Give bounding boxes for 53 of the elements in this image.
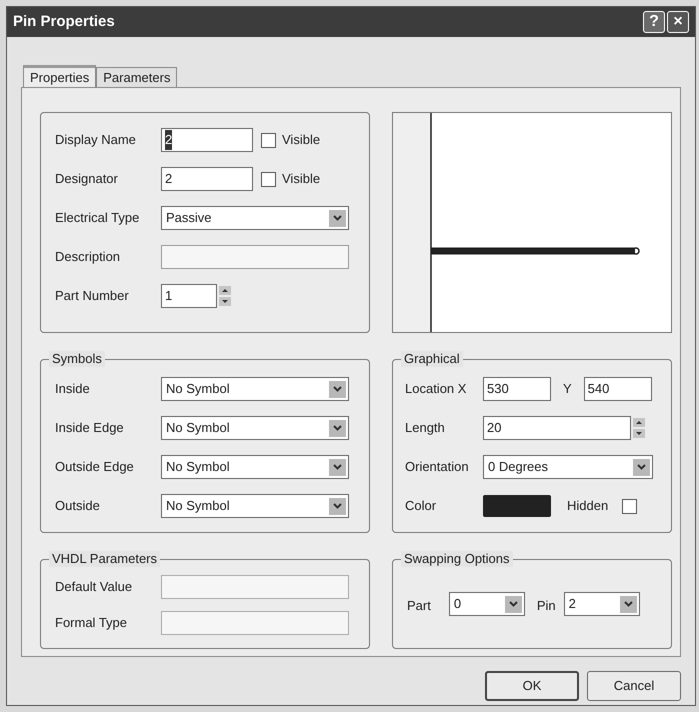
checkbox[interactable] xyxy=(261,172,276,186)
group-title: VHDL Parameters xyxy=(49,551,160,567)
dropdown-field[interactable]: Passive xyxy=(161,206,349,230)
input-field[interactable]: 20 xyxy=(483,416,631,440)
spin-arrows-icon[interactable] xyxy=(219,286,231,306)
close-button[interactable]: × xyxy=(667,11,689,33)
input-field[interactable]: 1 xyxy=(161,284,217,308)
dropdown-field[interactable]: 0 xyxy=(448,592,525,616)
dropdown-field[interactable]: No Symbol xyxy=(161,455,349,479)
checkbox-label: Visible xyxy=(282,170,320,188)
dropdown-field[interactable]: 0 Degrees xyxy=(483,455,653,479)
spin-arrows-icon[interactable] xyxy=(633,418,645,438)
tab[interactable]: Parameters xyxy=(96,67,178,87)
group-title: Symbols xyxy=(49,351,105,367)
input-field[interactable]: 2 xyxy=(161,128,253,152)
group-title: Graphical xyxy=(401,351,463,367)
dropdown-field[interactable]: No Symbol xyxy=(161,377,349,401)
field-label: Color xyxy=(405,497,438,516)
field-label: Outside xyxy=(55,497,101,516)
checkbox-label: Hidden xyxy=(567,497,608,516)
field-label: Outside Edge xyxy=(55,458,135,476)
input-field[interactable]: 530 xyxy=(483,377,551,401)
window-title: Pin Properties xyxy=(13,12,115,32)
field-label: Designator xyxy=(55,170,119,188)
checkbox[interactable] xyxy=(622,498,638,514)
field-label: Part Number xyxy=(55,287,130,306)
field-label: Orientation xyxy=(405,458,470,476)
tab[interactable]: Properties xyxy=(23,65,96,87)
field-label: Length xyxy=(405,419,446,438)
field-label: Display Name xyxy=(55,131,137,150)
field-label: Pin xyxy=(536,597,556,615)
dropdown-field[interactable]: No Symbol xyxy=(161,416,349,440)
checkbox[interactable] xyxy=(261,132,276,148)
dropdown-field[interactable]: 2 xyxy=(564,592,640,616)
field-label: Electrical Type xyxy=(55,209,140,228)
ok-button[interactable]: OK xyxy=(485,671,579,701)
field-label: Formal Type xyxy=(55,614,128,632)
input-field[interactable]: 540 xyxy=(584,377,652,401)
field-label: Location X xyxy=(405,380,468,398)
field-label: Description xyxy=(55,248,122,266)
field-label: Inside xyxy=(55,380,91,398)
group-title: Swapping Options xyxy=(401,551,513,567)
help-button[interactable]: ? xyxy=(643,11,665,33)
cancel-button[interactable]: Cancel xyxy=(587,671,681,701)
input-field[interactable]: 2 xyxy=(161,167,253,191)
field-label: Inside Edge xyxy=(55,419,125,438)
dropdown-field[interactable]: No Symbol xyxy=(161,494,349,518)
field-label: Y xyxy=(563,380,572,398)
field-label: Part xyxy=(407,597,431,615)
input-field[interactable] xyxy=(161,245,349,269)
field-label: Default Value xyxy=(55,578,134,596)
checkbox-label: Visible xyxy=(282,131,320,150)
color-swatch[interactable] xyxy=(483,495,551,517)
